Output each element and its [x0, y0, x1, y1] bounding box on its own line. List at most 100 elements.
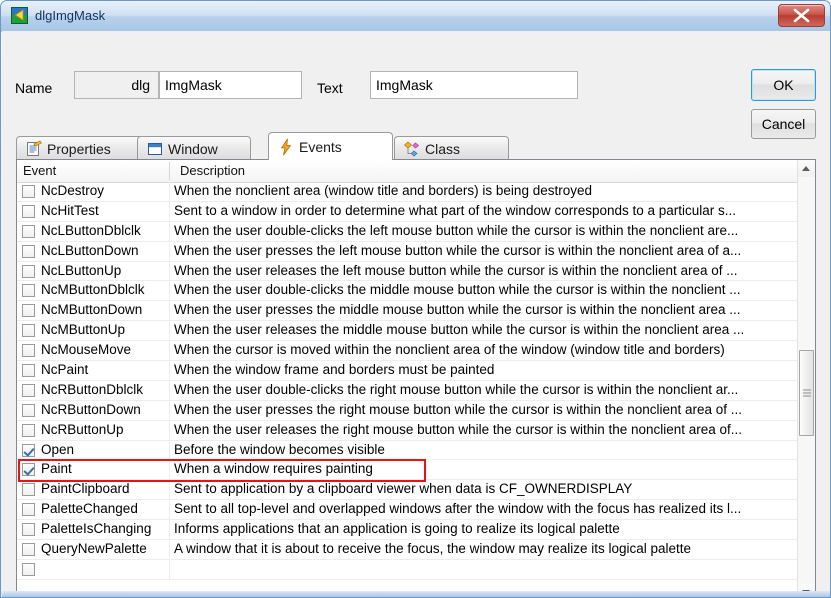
row-checkbox[interactable] [22, 244, 35, 258]
table-row[interactable]: QueryNewPalette A window that it is about… [17, 540, 815, 560]
row-checkbox[interactable] [22, 284, 35, 298]
table-row[interactable]: NcDestroy When the nonclient area (window… [17, 182, 815, 202]
column-divider [169, 540, 170, 560]
window-icon [146, 140, 164, 158]
ok-button[interactable]: OK [751, 69, 816, 101]
close-button[interactable] [778, 4, 825, 27]
event-name: PaletteIsChanging [41, 521, 152, 537]
table-row[interactable]: NcRButtonUp When the user releases the ri… [17, 420, 815, 441]
row-checkbox[interactable] [22, 523, 35, 537]
event-description: When the user releases the middle mouse … [174, 322, 745, 338]
event-description: When the user double-clicks the right mo… [174, 381, 739, 397]
table-row[interactable]: NcRButtonDblclk When the user double-clic… [17, 380, 815, 401]
cancel-button-label: Cancel [761, 116, 806, 132]
event-name: NcMButtonUp [41, 322, 126, 338]
column-divider [169, 341, 170, 361]
event-description: When the user double-clicks the middle m… [174, 282, 741, 298]
tab-events-label: Events [299, 139, 342, 156]
event-description: When the user presses the middle mouse b… [174, 302, 741, 318]
name-input[interactable] [159, 71, 302, 99]
tab-properties-label: Properties [47, 140, 111, 157]
list-rows[interactable]: NcDestroy When the nonclient area (window… [17, 182, 815, 597]
event-name: NcRButtonDown [41, 401, 141, 417]
table-row[interactable]: NcMouseMove When the cursor is moved with… [17, 341, 815, 362]
row-checkbox[interactable] [22, 304, 35, 318]
event-name: NcMButtonDown [41, 302, 143, 318]
row-checkbox[interactable] [22, 344, 35, 358]
scroll-up-button[interactable] [798, 160, 815, 177]
event-name: NcMButtonDblclk [41, 282, 145, 298]
tab-window-label: Window [168, 140, 218, 157]
row-checkbox[interactable] [22, 324, 35, 338]
column-divider [169, 460, 170, 480]
table-row[interactable]: NcMButtonDblclk When the user double-clic… [17, 281, 815, 302]
event-description: When the user presses the right mouse bu… [174, 401, 743, 417]
text-label: Text [317, 80, 343, 96]
table-row[interactable]: NcLButtonDown When the user presses the l… [17, 241, 815, 262]
row-checkbox[interactable] [22, 224, 35, 238]
app-icon [11, 7, 28, 24]
column-divider [169, 420, 170, 440]
event-name: NcLButtonDblclk [41, 222, 141, 238]
tab-class[interactable]: Class [394, 136, 509, 160]
row-checkbox[interactable] [22, 443, 35, 457]
table-row[interactable]: NcMButtonUp When the user releases the mi… [17, 321, 815, 342]
event-name: NcRButtonUp [41, 421, 124, 437]
row-checkbox[interactable] [22, 423, 35, 437]
tab-events[interactable]: Events [268, 132, 393, 160]
row-checkbox[interactable] [22, 185, 35, 198]
table-row[interactable]: NcLButtonDblclk When the user double-clic… [17, 221, 815, 242]
row-checkbox[interactable] [22, 264, 35, 278]
table-row[interactable]: Paint When a window requires painting [17, 460, 815, 481]
column-divider [169, 400, 170, 420]
row-checkbox[interactable] [22, 364, 35, 378]
column-divider [169, 241, 170, 261]
column-divider [169, 380, 170, 400]
column-header-description[interactable]: Description [174, 160, 799, 182]
row-checkbox[interactable] [22, 403, 35, 417]
table-row[interactable]: PaintClipboard Sent to application by a c… [17, 480, 815, 501]
event-description: When the user releases the left mouse bu… [174, 262, 738, 278]
row-checkbox[interactable] [22, 562, 35, 576]
events-list: Event Description NcDestroy When the nonc… [16, 159, 816, 597]
row-checkbox[interactable] [22, 503, 35, 517]
vertical-scrollbar[interactable] [797, 160, 815, 597]
client-area: Name Text OK Cancel [2, 31, 830, 597]
ok-button-label: OK [773, 77, 794, 93]
tab-window[interactable]: Window [137, 136, 251, 160]
row-checkbox[interactable] [22, 483, 35, 497]
table-row[interactable]: Open Before the window becomes visible [17, 440, 815, 461]
table-row[interactable]: NcPaint When the window frame and borders… [17, 361, 815, 381]
event-name: PaletteChanged [41, 501, 138, 517]
column-header-event[interactable]: Event [17, 160, 170, 182]
event-description: When the nonclient area (window title an… [174, 183, 592, 198]
row-checkbox[interactable] [22, 543, 35, 557]
table-row[interactable]: NcHitTest Sent to a window in order to de… [17, 201, 815, 222]
table-row[interactable]: NcMButtonDown When the user presses the m… [17, 301, 815, 322]
event-name: NcMouseMove [41, 342, 132, 358]
event-description: Sent to all top-level and overlapped win… [174, 501, 742, 517]
name-prefix-field[interactable] [74, 71, 159, 99]
tab-properties[interactable]: Properties [16, 136, 144, 160]
table-row[interactable]: PaletteChanged Sent to all top-level and … [17, 500, 815, 521]
table-row[interactable]: PaletteIsChanging Informs applications th… [17, 520, 815, 541]
column-divider [169, 440, 170, 460]
table-row[interactable]: NcLButtonUp When the user releases the le… [17, 261, 815, 282]
table-row[interactable]: NcRButtonDown When the user presses the r… [17, 400, 815, 421]
event-description: When the user double-clicks the left mou… [174, 222, 739, 238]
dialog-window: dlgImgMask Name Text OK Cancel [0, 0, 831, 598]
row-checkbox[interactable] [22, 463, 35, 477]
text-input[interactable] [370, 71, 578, 99]
column-divider [169, 281, 170, 301]
event-description: A window that it is about to receive the… [174, 541, 692, 557]
row-checkbox[interactable] [22, 204, 35, 218]
row-checkbox[interactable] [22, 383, 35, 397]
lightning-icon [277, 138, 295, 156]
column-divider [169, 321, 170, 341]
table-row[interactable] [17, 559, 815, 580]
event-name: NcHitTest [41, 202, 99, 218]
scrollbar-thumb[interactable] [799, 350, 814, 436]
column-divider [169, 182, 170, 201]
event-description: Informs applications that an application… [174, 521, 620, 537]
event-name: NcPaint [41, 362, 89, 378]
